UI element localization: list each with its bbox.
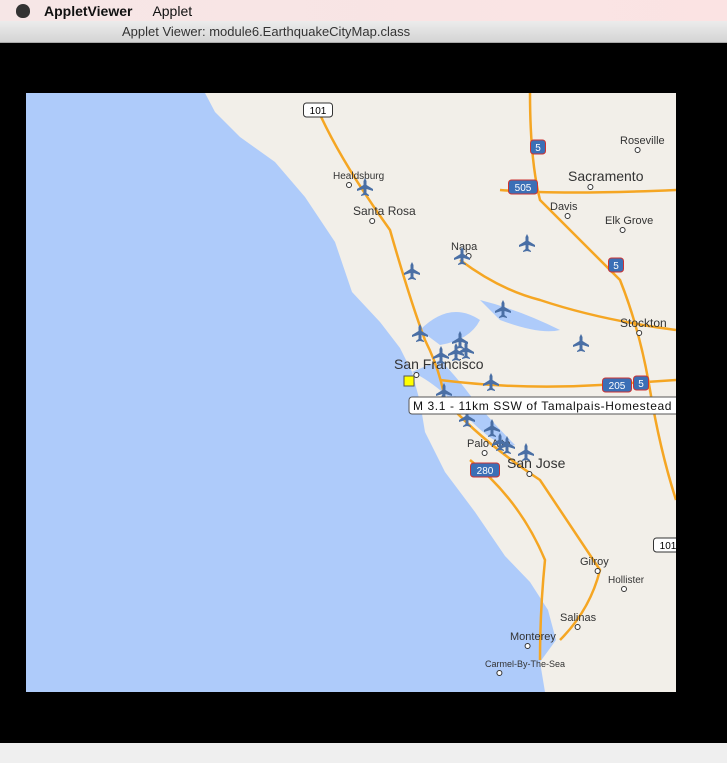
- highway-label: 5: [535, 143, 541, 154]
- city-dot: [594, 568, 601, 574]
- menu-app[interactable]: AppletViewer: [44, 3, 132, 19]
- city-label: Gilroy: [580, 556, 609, 568]
- city-label: Davis: [550, 201, 578, 213]
- city-label: Monterey: [510, 631, 556, 643]
- city-label: Healdsburg: [333, 171, 384, 182]
- highway-label: 5: [613, 261, 619, 272]
- city-label: Stockton: [620, 316, 667, 330]
- city-dot: [346, 182, 352, 188]
- tooltip: M 3.1 - 11km SSW of Tamalpais-Homestead: [408, 396, 676, 415]
- city-dot: [526, 471, 533, 477]
- city-dot: [369, 218, 376, 224]
- city-label: Sacramento: [568, 168, 644, 184]
- city-label: Hollister: [608, 575, 645, 586]
- highway-label: 101: [660, 541, 676, 552]
- city-dot: [496, 670, 503, 676]
- window-title: Applet Viewer: module6.EarthquakeCityMap…: [0, 21, 727, 43]
- city-label: Santa Rosa: [353, 204, 416, 218]
- city-label: San Jose: [507, 455, 566, 471]
- highway-label: 205: [609, 381, 626, 392]
- city-dot: [634, 147, 641, 153]
- map-svg[interactable]: 101 5 505 5 205 5 280 101 Healdsburg Santa Rosa N…: [26, 93, 676, 692]
- city-label: Elk Grove: [605, 215, 653, 227]
- menu-applet[interactable]: Applet: [152, 3, 192, 19]
- city-dot: [587, 184, 594, 190]
- city-label: Napa: [451, 241, 478, 253]
- city-dot: [619, 227, 626, 233]
- city-dot: [524, 643, 531, 649]
- city-dot: [413, 372, 420, 378]
- earthquake-marker[interactable]: [403, 375, 415, 387]
- city-dot: [574, 624, 581, 630]
- city-dot: [636, 330, 643, 336]
- applet-canvas: 101 5 505 5 205 5 280 101 Healdsburg Santa Rosa N…: [0, 43, 727, 743]
- city-label: Carmel-By-The-Sea: [485, 659, 565, 669]
- highway-label: 505: [515, 183, 532, 194]
- city-dot: [621, 586, 627, 592]
- tooltip-text: M 3.1 - 11km SSW of Tamalpais-Homestead: [413, 399, 672, 413]
- map[interactable]: 101 5 505 5 205 5 280 101 Healdsburg Santa Rosa N…: [26, 93, 676, 692]
- city-label: Salinas: [560, 612, 597, 624]
- city-dot: [564, 213, 571, 219]
- status-bar: [0, 743, 727, 763]
- highway-label: 101: [310, 106, 327, 117]
- menu-bar: AppletViewer Applet: [0, 0, 727, 21]
- highway-label: 280: [477, 466, 494, 477]
- city-label: Roseville: [620, 135, 665, 147]
- highway-label: 5: [638, 379, 644, 390]
- apple-icon[interactable]: [16, 3, 30, 18]
- city-dot: [481, 450, 488, 456]
- city-label: San Francisco: [394, 356, 484, 372]
